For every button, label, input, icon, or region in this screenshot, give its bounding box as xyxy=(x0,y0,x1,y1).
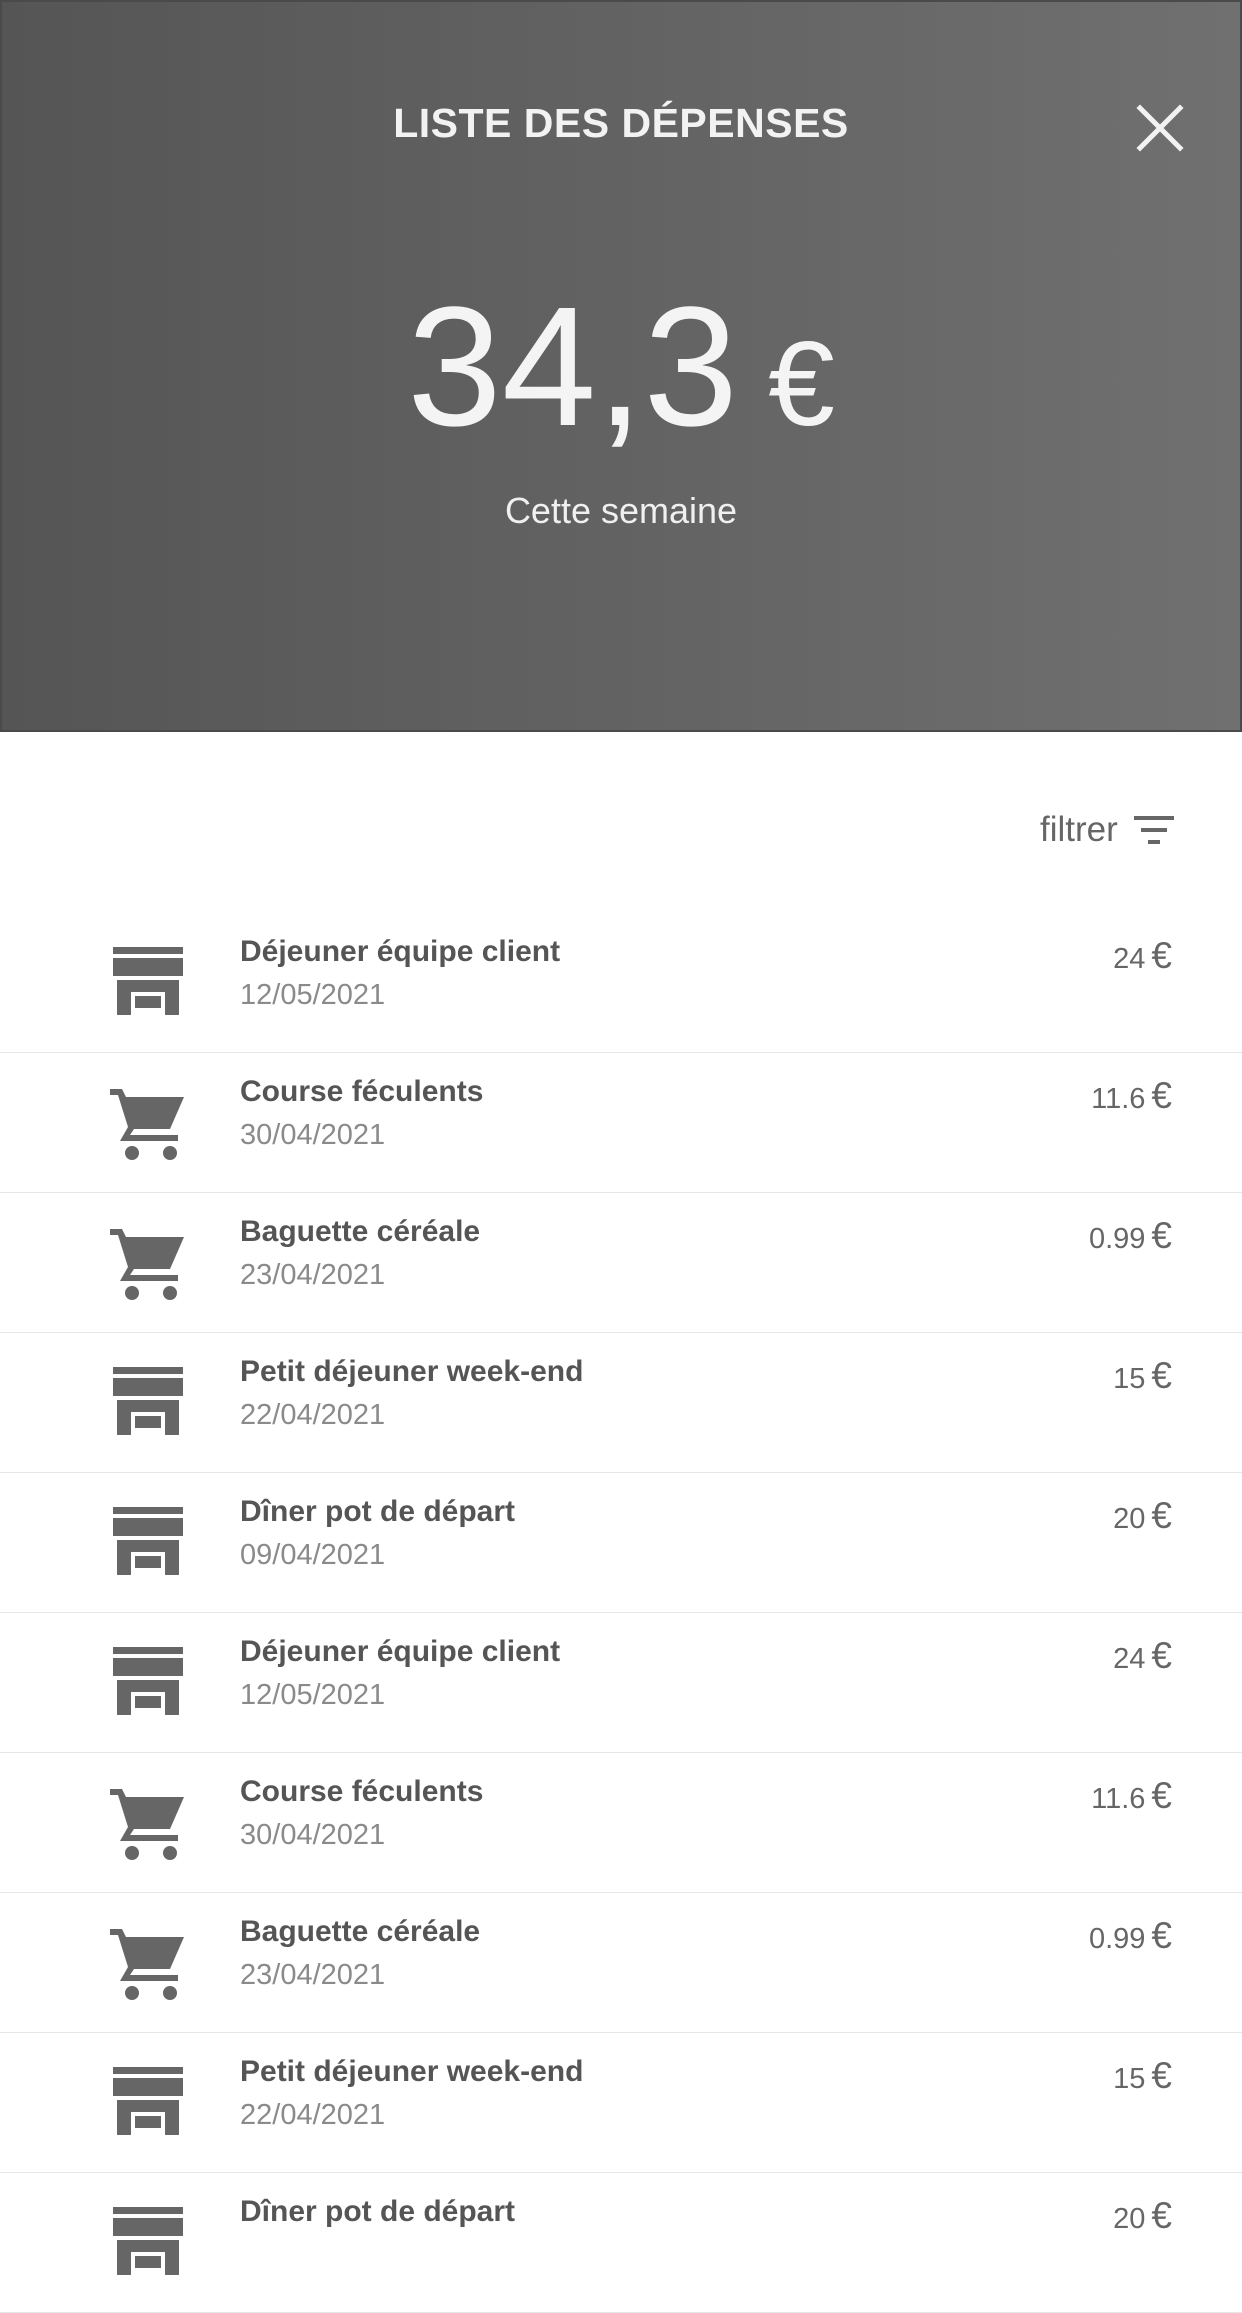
expense-amount: 0.99 € xyxy=(1089,1215,1172,1257)
expense-currency: € xyxy=(1151,1495,1172,1536)
expense-name: Dîner pot de départ xyxy=(240,1495,516,1528)
expense-amount-value: 24 xyxy=(1113,1643,1146,1675)
expense-amount: 15 € xyxy=(1113,2055,1172,2097)
period-label: Cette semaine xyxy=(504,490,738,531)
expense-currency: € xyxy=(1151,1775,1172,1816)
expense-name: Course féculents xyxy=(240,1075,484,1108)
cart-icon xyxy=(108,1783,188,1863)
expense-date: 22/04/2021 xyxy=(240,1399,386,1431)
total-value: 34,3 xyxy=(407,272,739,462)
expense-currency: € xyxy=(1151,2055,1172,2096)
expense-amount-value: 20 xyxy=(1113,1503,1146,1535)
cart-icon xyxy=(108,1923,188,2003)
expense-row[interactable]: Course féculents 30/04/2021 11.6 € xyxy=(0,1753,1242,1893)
expense-row[interactable]: Déjeuner équipe client 12/05/2021 24 € xyxy=(0,913,1242,1053)
expense-amount: 11.6 € xyxy=(1091,1775,1172,1817)
expense-name: Déjeuner équipe client xyxy=(240,935,561,968)
expense-amount: 0.99 € xyxy=(1089,1915,1172,1957)
expense-date: 23/04/2021 xyxy=(240,1259,386,1291)
expense-row[interactable]: Petit déjeuner week-end 22/04/2021 15 € xyxy=(0,1333,1242,1473)
expense-amount: 15 € xyxy=(1113,1355,1172,1397)
expense-row[interactable]: Déjeuner équipe client 12/05/2021 24 € xyxy=(0,1613,1242,1753)
expense-amount-value: 11.6 xyxy=(1091,1783,1146,1815)
expense-currency: € xyxy=(1151,1915,1172,1956)
page-title: LISTE DES DÉPENSES xyxy=(393,100,849,146)
store-icon xyxy=(108,1503,188,1583)
filter-button[interactable]: filtrer xyxy=(1040,806,1176,854)
expense-currency: € xyxy=(1151,1355,1172,1396)
store-icon xyxy=(108,943,188,1023)
expense-row[interactable]: Course féculents 30/04/2021 11.6 € xyxy=(0,1053,1242,1193)
summary-header: LISTE DES DÉPENSES 34,3 € Cette semaine xyxy=(0,0,1242,732)
expense-date: 30/04/2021 xyxy=(240,1819,386,1851)
store-icon xyxy=(108,1363,188,1443)
expense-row[interactable]: Petit déjeuner week-end 22/04/2021 15 € xyxy=(0,2033,1242,2173)
expense-amount-value: 24 xyxy=(1113,943,1146,975)
expense-amount: 11.6 € xyxy=(1091,1075,1172,1117)
expense-name: Petit déjeuner week-end xyxy=(240,1355,584,1388)
expense-row[interactable]: Baguette céréale 23/04/2021 0.99 € xyxy=(0,1193,1242,1333)
expense-date: 23/04/2021 xyxy=(240,1959,386,1991)
expense-currency: € xyxy=(1151,2195,1172,2236)
expense-name: Course féculents xyxy=(240,1775,484,1808)
expense-amount-value: 11.6 xyxy=(1091,1083,1146,1115)
expense-amount: 24 € xyxy=(1113,935,1172,977)
expense-currency: € xyxy=(1151,1215,1172,1256)
expense-amount-value: 20 xyxy=(1113,2203,1146,2235)
close-icon xyxy=(1136,104,1184,152)
expense-currency: € xyxy=(1151,935,1172,976)
filter-icon xyxy=(1133,816,1174,844)
cart-icon xyxy=(108,1083,188,1163)
expense-amount: 20 € xyxy=(1113,1495,1172,1537)
expense-date: 30/04/2021 xyxy=(240,1119,386,1151)
expense-amount-value: 0.99 xyxy=(1088,1223,1146,1255)
expense-row[interactable]: Dîner pot de départ 20 € xyxy=(0,2173,1242,2313)
expense-name: Dîner pot de départ xyxy=(240,2195,516,2228)
expense-list: Déjeuner équipe client 12/05/2021 24 € Cour… xyxy=(0,913,1242,2313)
expense-row[interactable]: Baguette céréale 23/04/2021 0.99 € xyxy=(0,1893,1242,2033)
expense-date: 12/05/2021 xyxy=(240,1679,386,1711)
store-icon xyxy=(108,1643,188,1723)
total-amount: 34,3 € xyxy=(2,282,1240,469)
close-button[interactable] xyxy=(1130,98,1190,158)
total-currency: € xyxy=(768,317,835,451)
expense-amount: 24 € xyxy=(1113,1635,1172,1677)
store-icon xyxy=(108,2063,188,2143)
expense-name: Déjeuner équipe client xyxy=(240,1635,561,1668)
expense-amount: 20 € xyxy=(1113,2195,1172,2237)
expense-date: 22/04/2021 xyxy=(240,2099,386,2131)
expense-currency: € xyxy=(1151,1075,1172,1116)
expense-name: Baguette céréale xyxy=(240,1915,481,1948)
expense-amount-value: 15 xyxy=(1113,1363,1146,1395)
expense-date: 12/05/2021 xyxy=(240,979,386,1011)
expense-amount-value: 0.99 xyxy=(1088,1923,1146,1955)
filter-label: filtrer xyxy=(1040,810,1118,849)
expense-name: Baguette céréale xyxy=(240,1215,481,1248)
expense-row[interactable]: Dîner pot de départ 09/04/2021 20 € xyxy=(0,1473,1242,1613)
expense-currency: € xyxy=(1151,1635,1172,1676)
expense-date: 09/04/2021 xyxy=(240,1539,386,1571)
store-icon xyxy=(108,2203,188,2283)
expense-amount-value: 15 xyxy=(1113,2063,1146,2095)
expense-name: Petit déjeuner week-end xyxy=(240,2055,584,2088)
cart-icon xyxy=(108,1223,188,1303)
